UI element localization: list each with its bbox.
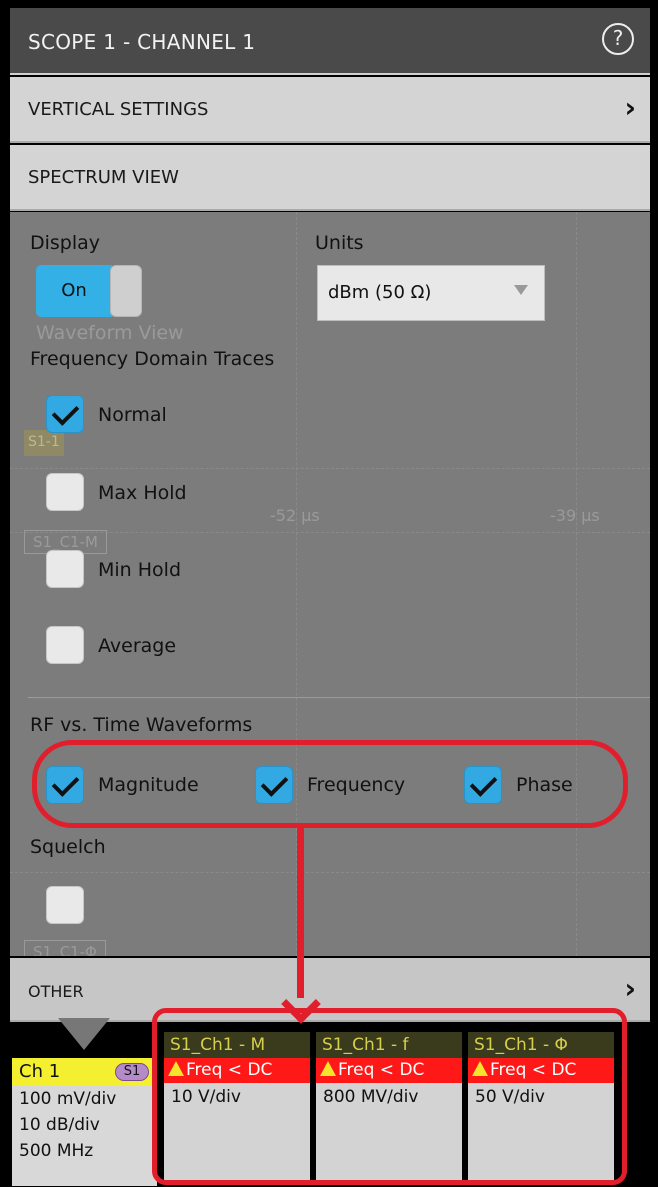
max-hold-checkbox[interactable] — [46, 473, 84, 511]
scope-settings-panel: SCOPE 1 - CHANNEL 1 ? VERTICAL SETTINGS … — [0, 0, 658, 1187]
grid-line — [10, 872, 650, 873]
spectrum-scale: 10 dB/div — [19, 1115, 100, 1135]
panel-header: SCOPE 1 - CHANNEL 1 ? — [10, 8, 650, 75]
units-label: Units — [315, 232, 364, 254]
toggle-knob[interactable] — [110, 265, 142, 317]
channel-1-name: Ch 1 — [19, 1061, 61, 1082]
max-hold-label: Max Hold — [98, 482, 187, 504]
highlight-arrow-line — [297, 828, 304, 998]
help-icon[interactable]: ? — [602, 23, 634, 55]
ghost-time-label: -39 µs — [550, 506, 600, 525]
channel-1-badge[interactable]: Ch 1 S1 100 mV/div 10 dB/div 500 MHz — [12, 1058, 157, 1186]
channel-1-badge-header: Ch 1 S1 — [12, 1058, 157, 1086]
normal-checkbox[interactable] — [46, 395, 84, 433]
vertical-settings-section[interactable]: VERTICAL SETTINGS › — [10, 77, 650, 143]
units-select-value: dBm (50 Ω) — [328, 282, 432, 303]
chevron-right-icon: › — [624, 91, 636, 124]
ghost-s1-c1-phi-marker: S1_C1-Φ — [24, 940, 106, 956]
panel-pointer — [58, 1018, 110, 1050]
normal-label: Normal — [98, 404, 167, 426]
spectrum-view-label: SPECTRUM VIEW — [28, 167, 179, 188]
chevron-right-icon: › — [624, 972, 636, 1005]
display-toggle-state: On — [36, 265, 112, 317]
other-label: OTHER — [28, 982, 84, 1001]
ghost-waveform-view-label: Waveform View — [36, 322, 184, 344]
highlight-ellipse — [32, 740, 628, 828]
scope-1-tag: S1 — [115, 1063, 149, 1081]
grid-line — [576, 212, 577, 956]
squelch-checkbox[interactable] — [46, 886, 84, 924]
squelch-label: Squelch — [30, 836, 106, 858]
rf-vs-time-heading: RF vs. Time Waveforms — [30, 714, 253, 736]
spectrum-view-section[interactable]: SPECTRUM VIEW — [10, 145, 650, 211]
ghost-time-label: -52 µs — [270, 506, 320, 525]
chevron-down-icon — [514, 285, 528, 295]
highlight-rectangle — [152, 1008, 627, 1185]
display-label: Display — [30, 232, 101, 254]
vertical-scale: 100 mV/div — [19, 1089, 117, 1109]
bandwidth: 500 MHz — [19, 1141, 94, 1161]
units-select[interactable]: dBm (50 Ω) — [317, 265, 545, 321]
grid-line — [10, 468, 650, 469]
frequency-domain-heading: Frequency Domain Traces — [30, 348, 275, 370]
spectrum-view-content: Waveform View S1-1 -52 µs -39 µs S1_C1-M… — [10, 212, 650, 956]
display-toggle[interactable]: On — [36, 265, 146, 317]
min-hold-checkbox[interactable] — [46, 550, 84, 588]
ghost-s1-1-marker: S1-1 — [24, 430, 64, 456]
panel-title: SCOPE 1 - CHANNEL 1 — [28, 30, 256, 54]
average-label: Average — [98, 635, 177, 657]
vertical-settings-label: VERTICAL SETTINGS — [28, 99, 209, 120]
section-divider — [28, 697, 650, 698]
min-hold-label: Min Hold — [98, 559, 182, 581]
average-checkbox[interactable] — [46, 626, 84, 664]
